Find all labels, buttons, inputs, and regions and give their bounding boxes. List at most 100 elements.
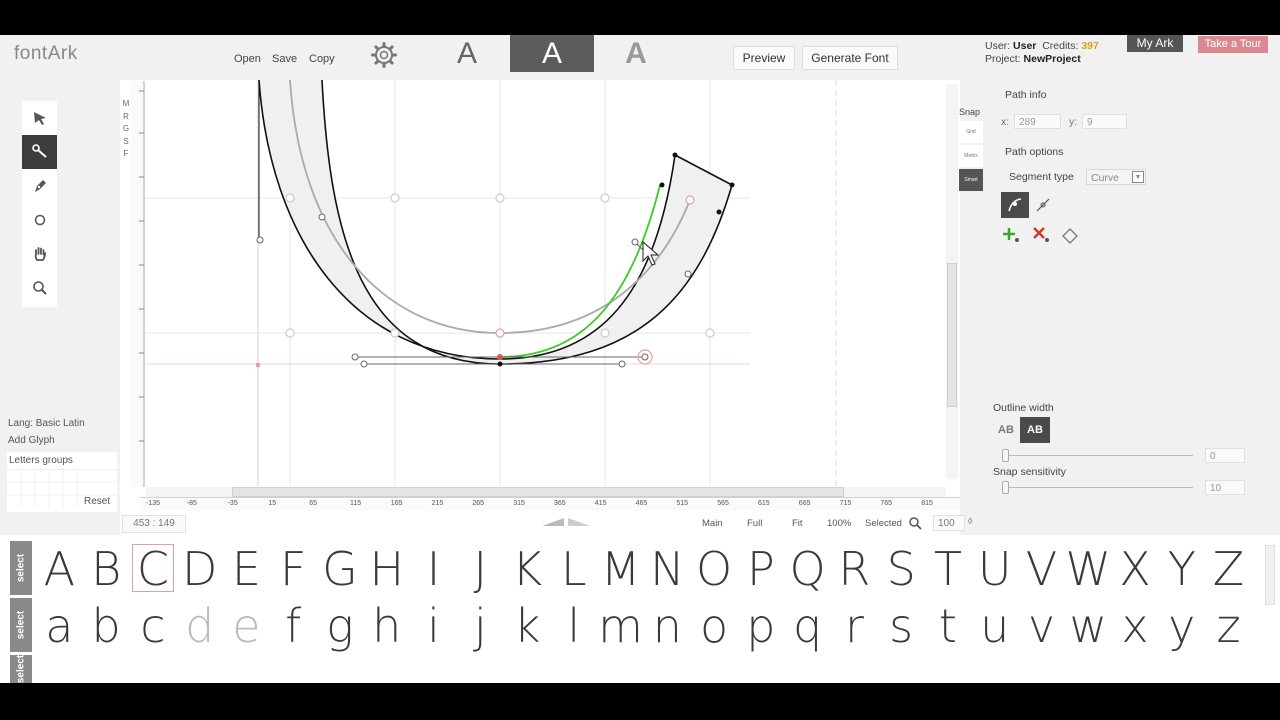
- select-upper-button[interactable]: select: [10, 541, 32, 595]
- open-link[interactable]: Open: [234, 53, 261, 65]
- view-selected[interactable]: Selected: [865, 518, 902, 529]
- glyph-lower-h[interactable]: h: [363, 599, 410, 653]
- glyph-lower-e[interactable]: e: [223, 599, 270, 653]
- glyph-upper-X[interactable]: X: [1112, 542, 1159, 596]
- search-icon[interactable]: [908, 516, 923, 531]
- x-input[interactable]: 289: [1014, 114, 1061, 129]
- horizontal-scroll-thumb[interactable]: [232, 487, 844, 497]
- glyph-upper-G[interactable]: G: [317, 542, 364, 596]
- glyph-upper-R[interactable]: R: [831, 542, 878, 596]
- glyph-lower-a[interactable]: a: [36, 599, 83, 653]
- view-100[interactable]: 100%: [827, 518, 851, 529]
- glyph-drawing[interactable]: [120, 80, 946, 486]
- glyph-upper-T[interactable]: T: [925, 542, 972, 596]
- glyph-upper-K[interactable]: K: [504, 542, 551, 596]
- snap-metrix-button[interactable]: Metrix: [959, 145, 983, 167]
- hand-tool[interactable]: [22, 237, 57, 271]
- view-arrows-icon[interactable]: [540, 516, 592, 528]
- glyph-upper-P[interactable]: P: [737, 542, 784, 596]
- zoom-stepper-icon[interactable]: ◊: [968, 516, 972, 526]
- glyph-lower-k[interactable]: k: [504, 599, 551, 653]
- glyph-lower-o[interactable]: o: [691, 599, 738, 653]
- glyph-lower-u[interactable]: u: [971, 599, 1018, 653]
- glyph-upper-N[interactable]: N: [644, 542, 691, 596]
- select-lower-button[interactable]: select: [10, 598, 32, 652]
- generate-font-button[interactable]: Generate Font: [802, 46, 898, 70]
- snap-grid-button[interactable]: Grid: [959, 121, 983, 143]
- fontark-logo[interactable]: fontArk: [14, 43, 78, 65]
- guide-letter-s[interactable]: S: [121, 136, 131, 149]
- glyph-lower-c[interactable]: c: [130, 599, 177, 653]
- glyph-lower-q[interactable]: q: [784, 599, 831, 653]
- y-input[interactable]: 9: [1082, 114, 1127, 129]
- delete-node-button[interactable]: [1027, 222, 1055, 248]
- outline-width-input[interactable]: 0: [1205, 448, 1245, 463]
- segment-type-select[interactable]: Curve ▼: [1086, 169, 1146, 185]
- glyph-lower-z[interactable]: z: [1205, 599, 1252, 653]
- glyph-lower-f[interactable]: f: [270, 599, 317, 653]
- add-glyph-link[interactable]: Add Glyph: [8, 432, 85, 449]
- glyph-lower-m[interactable]: m: [597, 599, 644, 653]
- add-node-button[interactable]: [997, 222, 1025, 248]
- curve-segment-button[interactable]: [1001, 192, 1029, 218]
- glyph-upper-Z[interactable]: Z: [1205, 542, 1252, 596]
- glyph-upper-O[interactable]: O: [691, 542, 738, 596]
- view-fit[interactable]: Fit: [792, 518, 803, 529]
- view-main[interactable]: Main: [702, 518, 723, 529]
- glyph-lower-x[interactable]: x: [1112, 599, 1159, 653]
- glyph-upper-Y[interactable]: Y: [1158, 542, 1205, 596]
- vertical-scroll-thumb[interactable]: [947, 263, 957, 407]
- outline-width-handle[interactable]: [1002, 449, 1009, 462]
- glyph-canvas[interactable]: [120, 80, 960, 535]
- glyph-upper-I[interactable]: I: [410, 542, 457, 596]
- glyph-lower-g[interactable]: g: [317, 599, 364, 653]
- zoom-tool[interactable]: [22, 271, 57, 305]
- gear-icon[interactable]: [370, 41, 398, 69]
- guide-letter-f[interactable]: F: [121, 148, 131, 161]
- glyph-strip-scrollbar[interactable]: [1265, 545, 1275, 605]
- glyph-lower-r[interactable]: r: [831, 599, 878, 653]
- glyph-upper-C[interactable]: C: [130, 542, 177, 596]
- glyph-upper-M[interactable]: M: [597, 542, 644, 596]
- zoom-input[interactable]: 100: [933, 515, 965, 531]
- glyph-lower-d[interactable]: d: [176, 599, 223, 653]
- language-label[interactable]: Lang: Basic Latin: [8, 415, 85, 432]
- glyph-lower-t[interactable]: t: [925, 599, 972, 653]
- preview-button[interactable]: Preview: [733, 46, 795, 70]
- glyph-upper-W[interactable]: W: [1065, 542, 1112, 596]
- glyph-lower-b[interactable]: b: [83, 599, 130, 653]
- mode-skeleton[interactable]: A: [594, 35, 678, 72]
- snap-smart-button[interactable]: Smart: [959, 169, 983, 191]
- guide-letter-m[interactable]: M: [121, 98, 131, 111]
- mode-outline[interactable]: A: [510, 35, 594, 72]
- glyph-lower-y[interactable]: y: [1158, 599, 1205, 653]
- view-full[interactable]: Full: [747, 518, 762, 529]
- glyph-upper-S[interactable]: S: [878, 542, 925, 596]
- glyph-upper-D[interactable]: D: [176, 542, 223, 596]
- select-extra-button[interactable]: select: [10, 655, 32, 683]
- glyph-lower-v[interactable]: v: [1018, 599, 1065, 653]
- glyph-upper-Q[interactable]: Q: [784, 542, 831, 596]
- glyph-lower-j[interactable]: j: [457, 599, 504, 653]
- my-ark-button[interactable]: My Ark: [1127, 35, 1183, 52]
- guide-letter-r[interactable]: R: [121, 111, 131, 124]
- corner-node-button[interactable]: [1056, 223, 1084, 249]
- guide-letter-g[interactable]: G: [121, 123, 131, 136]
- outline-width-slider[interactable]: [1003, 455, 1193, 456]
- ellipse-tool[interactable]: [22, 203, 57, 237]
- glyph-lower-n[interactable]: n: [644, 599, 691, 653]
- outline-light-button[interactable]: AB: [994, 417, 1018, 443]
- glyph-lower-p[interactable]: p: [737, 599, 784, 653]
- glyph-lower-l[interactable]: l: [550, 599, 597, 653]
- select-tool[interactable]: [22, 101, 57, 135]
- take-a-tour-button[interactable]: Take a Tour: [1198, 36, 1268, 53]
- glyph-lower-i[interactable]: i: [410, 599, 457, 653]
- glyph-upper-J[interactable]: J: [457, 542, 504, 596]
- node-tool[interactable]: [22, 135, 57, 169]
- snap-sensitivity-slider[interactable]: [1003, 487, 1193, 488]
- line-segment-button[interactable]: [1029, 192, 1057, 218]
- glyph-upper-F[interactable]: F: [270, 542, 317, 596]
- mode-fill[interactable]: A: [425, 35, 509, 72]
- reset-link[interactable]: Reset: [84, 496, 110, 507]
- glyph-upper-L[interactable]: L: [550, 542, 597, 596]
